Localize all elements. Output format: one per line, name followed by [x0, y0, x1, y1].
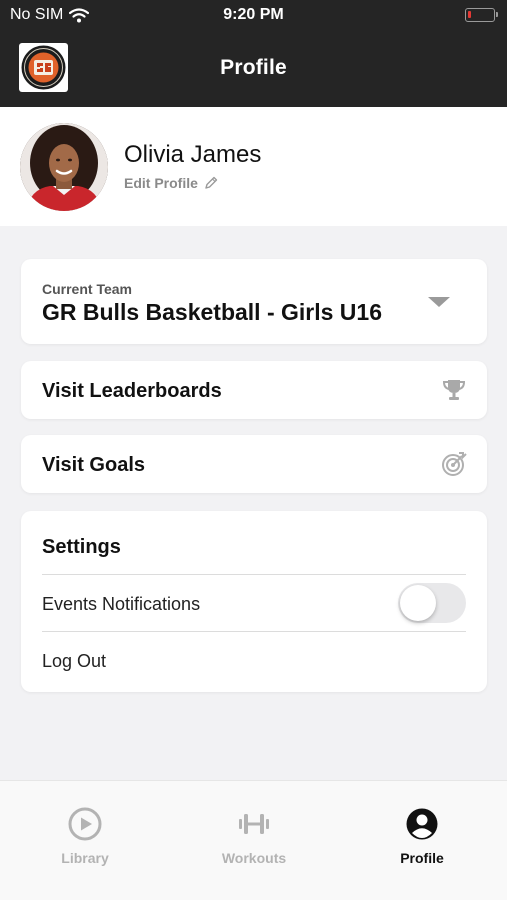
pencil-icon — [205, 176, 218, 189]
team-selector[interactable]: Current Team GR Bulls Basketball - Girls… — [21, 259, 487, 344]
tab-library[interactable]: Library — [20, 807, 150, 866]
divider — [42, 574, 466, 575]
toggle-knob — [400, 585, 436, 621]
status-time: 9:20 PM — [223, 6, 284, 23]
profile-header: Olivia James Edit Profile — [0, 107, 507, 226]
user-circle-icon — [406, 808, 438, 840]
status-bar: No SIM 9:20 PM — [0, 0, 507, 30]
battery-icon — [465, 8, 498, 22]
events-notifications-toggle[interactable] — [398, 583, 466, 623]
tab-library-label: Library — [61, 850, 109, 866]
dumbbell-icon — [239, 814, 269, 834]
top-bar: No SIM 9:20 PM Profile — [0, 0, 507, 107]
visit-goals-button[interactable]: Visit Goals — [21, 435, 487, 493]
page-title: Profile — [220, 56, 287, 79]
trophy-icon — [442, 380, 466, 400]
target-arrow-icon — [442, 452, 467, 476]
visit-leaderboards-label: Visit Leaderboards — [42, 380, 222, 402]
play-circle-icon — [68, 807, 102, 841]
team-selector-value: GR Bulls Basketball - Girls U16 — [42, 299, 383, 325]
caret-down-icon[interactable] — [428, 297, 450, 307]
profile-name: Olivia James — [124, 141, 262, 168]
team-selector-label: Current Team — [42, 281, 132, 297]
divider — [42, 631, 466, 632]
visit-goals-label: Visit Goals — [42, 454, 146, 476]
avatar[interactable] — [20, 123, 108, 211]
visit-leaderboards-button[interactable]: Visit Leaderboards — [21, 361, 487, 419]
settings-title: Settings — [42, 536, 121, 558]
tab-profile-label: Profile — [400, 850, 444, 866]
log-out-button[interactable]: Log Out — [42, 651, 106, 672]
tab-workouts[interactable]: Workouts — [189, 807, 319, 866]
events-notifications-label: Events Notifications — [42, 594, 201, 614]
edit-profile-link[interactable]: Edit Profile — [124, 175, 218, 191]
edit-profile-label: Edit Profile — [124, 175, 198, 191]
tab-workouts-label: Workouts — [221, 850, 287, 866]
tab-profile[interactable]: Profile — [357, 807, 487, 866]
settings-card: Settings Events Notifications Log Out — [21, 511, 487, 692]
tab-bar: Library Workouts Profile — [0, 780, 507, 900]
